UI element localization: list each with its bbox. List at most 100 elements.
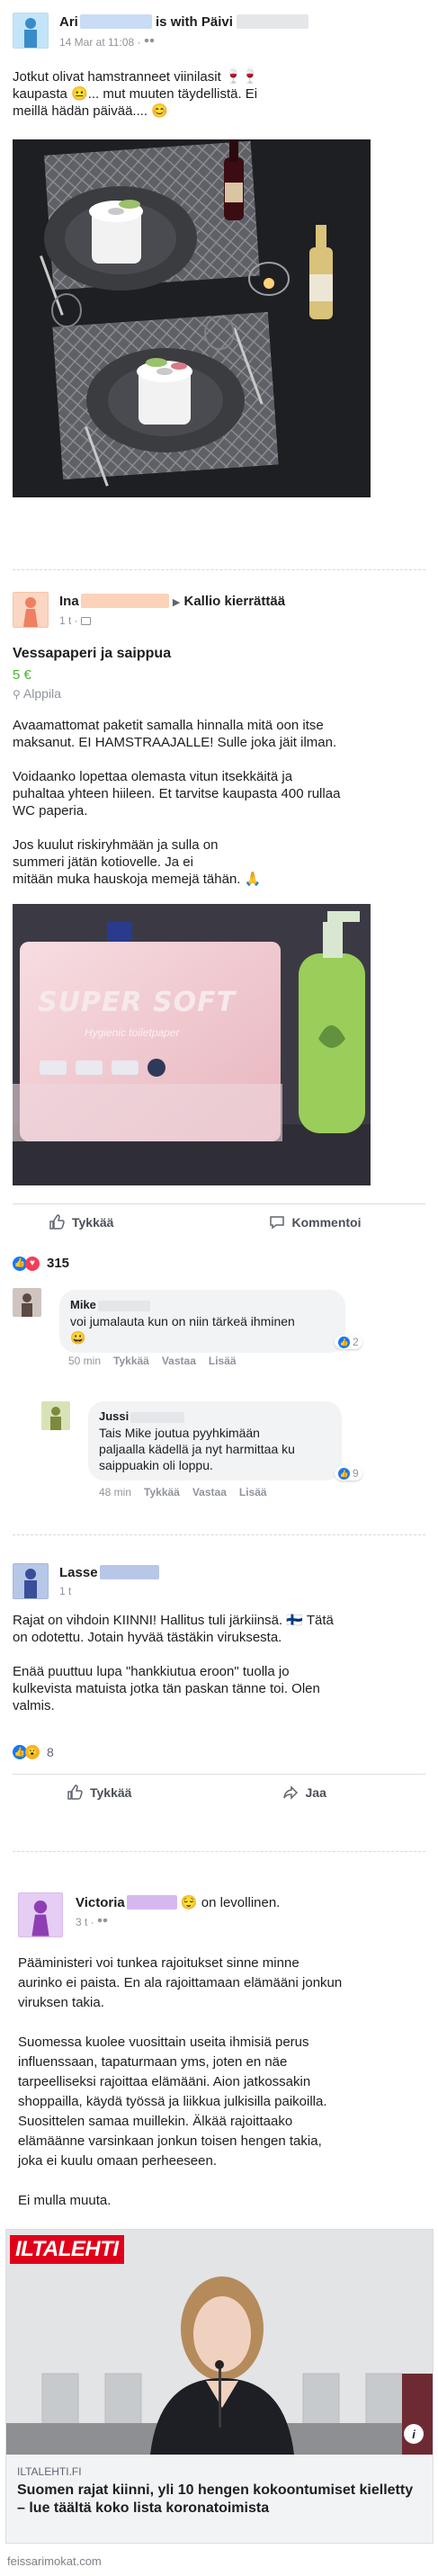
link-preview[interactable]: ILTALEHTI i ILTALEHTI.FI Suomen rajat ki…	[5, 2229, 434, 2544]
comment-button[interactable]: Kommentoi	[206, 1214, 426, 1230]
comment-bubble: Mike voi jumalauta kun on niin tärkeä ih…	[59, 1290, 345, 1353]
redacted-name	[99, 1565, 159, 1579]
friends-icon	[143, 39, 155, 46]
post-header: Ari is with Päivi	[59, 14, 308, 30]
listing-title: Vessapaperi ja saippua	[13, 646, 172, 661]
info-icon[interactable]: i	[404, 2424, 424, 2444]
package-brand: SUPER SOFT	[38, 987, 237, 1018]
location-text[interactable]: Alppila	[23, 686, 61, 701]
reaction-summary[interactable]: 👍 ♥ 315	[13, 1256, 69, 1271]
relieved-emoji-icon: 😌	[180, 1895, 198, 1910]
like-button[interactable]: Tykkää	[13, 1213, 206, 1230]
link-image: ILTALEHTI i	[6, 2230, 433, 2455]
redacted-name	[126, 1895, 177, 1910]
with-text: is with Päivi	[156, 14, 233, 30]
comment-time: 50 min	[68, 1355, 102, 1367]
redacted-name	[236, 14, 308, 29]
post-time[interactable]: 1 t	[59, 1585, 71, 1597]
avatar[interactable]	[18, 1892, 63, 1937]
link-title: Suomen rajat kiinni, yli 10 hengen kokoo…	[17, 2482, 414, 2516]
share-button[interactable]: Jaa	[210, 1784, 426, 1801]
comment-like-button[interactable]: Tykkää	[144, 1486, 180, 1498]
avatar[interactable]	[13, 592, 49, 628]
share-icon	[282, 1784, 298, 1800]
post-header: Ina ▶ Kallio kierrättää	[59, 594, 285, 609]
divider	[13, 1534, 425, 1535]
comment-more-button[interactable]: Lisää	[239, 1486, 267, 1498]
reaction-summary[interactable]: 👍 😮 8	[13, 1745, 54, 1759]
avatar[interactable]	[13, 13, 49, 49]
post-meta: 1 t ·	[59, 614, 92, 627]
comment-actions: 48 min Tykkää Vastaa Lisää	[99, 1486, 280, 1498]
redacted-name	[130, 1412, 185, 1423]
post-meta: 3 t ·	[76, 1916, 109, 1928]
comment-reaction-count: 9	[353, 1467, 359, 1480]
post-body: Avaamattomat paketit samalla hinnalla mi…	[13, 718, 341, 887]
post-body: Pääministeri voi tunkea rajoitukset sinn…	[18, 1955, 343, 2208]
post-time[interactable]: 1 t ·	[59, 614, 81, 627]
comment-label: Kommentoi	[291, 1214, 362, 1230]
redacted-name	[79, 14, 152, 29]
comment-reaction-count: 2	[353, 1336, 359, 1348]
listing-price: 5 €	[13, 667, 31, 683]
share-label: Jaa	[305, 1784, 326, 1800]
commenter-avatar[interactable]	[13, 1288, 41, 1317]
author-name[interactable]: Ina	[59, 594, 79, 609]
comment-reply-button[interactable]: Vastaa	[192, 1486, 227, 1498]
reaction-count: 315	[47, 1256, 70, 1271]
post-header: Lasse	[59, 1565, 159, 1580]
redacted-name	[97, 1301, 150, 1311]
thumbs-up-icon	[67, 1784, 83, 1800]
commenter-avatar[interactable]	[41, 1401, 70, 1430]
iltalehti-logo: ILTALEHTI	[10, 2235, 124, 2264]
thumbs-up-icon	[49, 1213, 65, 1230]
comment-icon	[269, 1215, 284, 1229]
post-time[interactable]: 3 t ·	[76, 1916, 97, 1928]
listing-location: ⚲ Alppila	[13, 686, 61, 701]
redacted-name	[80, 594, 169, 608]
group-icon	[81, 617, 92, 625]
comment-time: 48 min	[99, 1486, 132, 1498]
package-subtitle: Hygienic toiletpaper	[85, 1026, 180, 1039]
author-name[interactable]: Victoria	[76, 1895, 125, 1910]
like-reaction-icon: 👍	[338, 1467, 350, 1480]
divider	[13, 569, 425, 570]
reaction-count: 8	[47, 1745, 54, 1759]
like-button[interactable]: Tykkää	[13, 1784, 210, 1801]
status-text: on levollinen.	[201, 1895, 281, 1910]
like-reaction-icon: 👍	[338, 1336, 350, 1348]
comment-actions: 50 min Tykkää Vastaa Lisää	[68, 1355, 249, 1367]
location-pin-icon: ⚲	[13, 688, 21, 701]
comment-more-button[interactable]: Lisää	[209, 1355, 237, 1367]
like-label: Tykkää	[72, 1214, 114, 1230]
comment-text: Tais Mike joutua pyyhkimään paljaalla kä…	[99, 1426, 295, 1472]
arrow-right-icon: ▶	[172, 597, 181, 608]
link-domain: ILTALEHTI.FI	[17, 2465, 82, 2478]
author-name[interactable]: Ari	[59, 14, 78, 30]
post-meta: 14 Mar at 11:08 ·	[59, 36, 155, 49]
post-action-bar: Tykkää Kommentoi	[13, 1203, 425, 1239]
wow-reaction-icon: 😮	[25, 1745, 40, 1759]
comment-bubble: Jussi Tais Mike joutua pyyhkimään paljaa…	[88, 1401, 342, 1480]
post-body: Jotkut olivat hamstranneet viinilasit 🍷🍷…	[13, 69, 259, 119]
post-action-bar: Tykkää Jaa	[13, 1774, 425, 1810]
post-photo[interactable]: SUPER SOFT Hygienic toiletpaper	[13, 904, 371, 1185]
like-label: Tykkää	[90, 1784, 132, 1800]
author-name[interactable]: Lasse	[59, 1565, 98, 1580]
comment-author[interactable]: Mike	[70, 1298, 96, 1311]
comment-author[interactable]: Jussi	[99, 1409, 129, 1423]
post-time[interactable]: 14 Mar at 11:08 ·	[59, 36, 144, 49]
post-header: Victoria 😌 on levollinen.	[76, 1894, 280, 1910]
divider	[13, 1851, 425, 1852]
comment-reactions[interactable]: 👍 2	[335, 1335, 362, 1349]
friends-icon	[97, 1919, 109, 1926]
comment-reactions[interactable]: 👍 9	[335, 1466, 362, 1480]
heart-reaction-icon: ♥	[25, 1256, 40, 1271]
comment-text: voi jumalauta kun on niin tärkeä ihminen…	[70, 1314, 295, 1345]
comment-reply-button[interactable]: Vastaa	[162, 1355, 196, 1367]
group-name[interactable]: Kallio kierrättää	[184, 594, 286, 609]
comment-like-button[interactable]: Tykkää	[113, 1355, 149, 1367]
watermark: feissarimokat.com	[7, 2554, 102, 2568]
post-photo[interactable]	[13, 139, 371, 497]
avatar[interactable]	[13, 1563, 49, 1599]
